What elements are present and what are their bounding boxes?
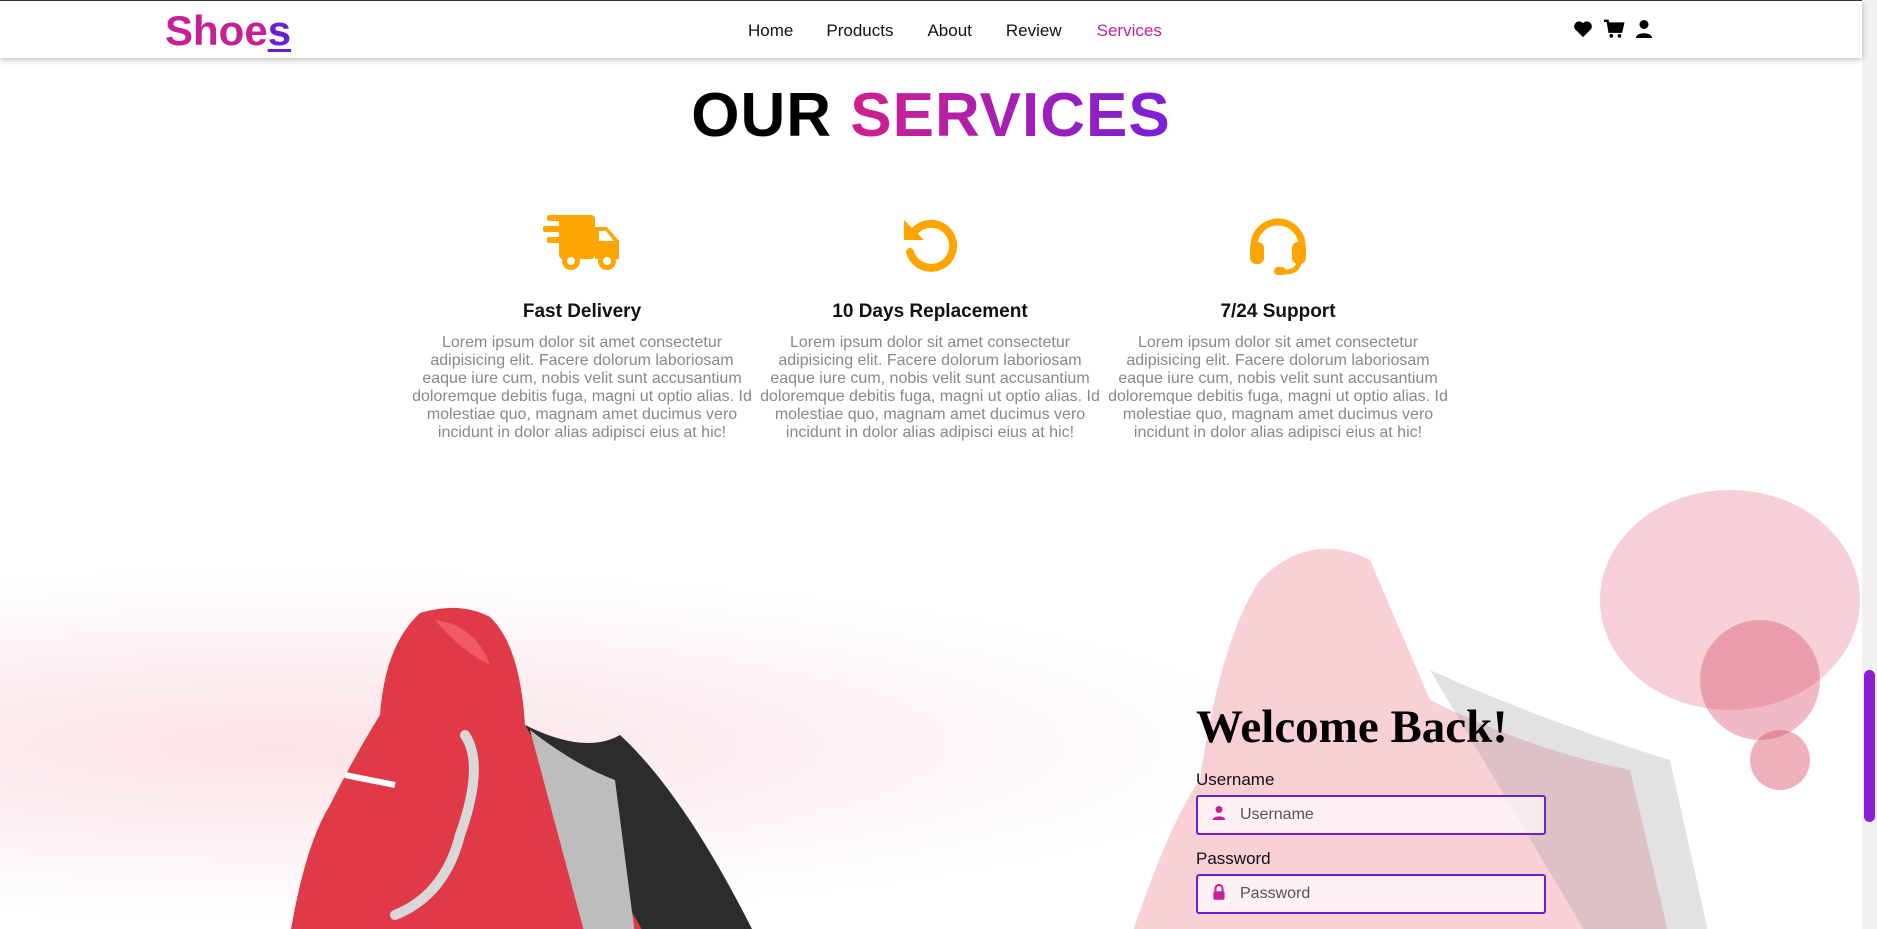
service-text: Lorem ipsum dolor sit amet consectetur a…	[412, 334, 752, 441]
service-heading: 7/24 Support	[1220, 301, 1336, 322]
password-input[interactable]	[1240, 885, 1520, 903]
nav-links: Home Products About Review Services	[748, 21, 1162, 41]
navbar: Shoes Home Products About Review Service…	[0, 0, 1862, 58]
logo[interactable]: Shoes	[165, 7, 291, 55]
password-label: Password	[1196, 849, 1271, 868]
nav-link-about[interactable]: About	[927, 21, 971, 41]
login-form: Welcome Back! Username Password	[1196, 700, 1546, 914]
user-icon[interactable]	[1635, 19, 1653, 39]
truck-icon	[543, 213, 621, 280]
heart-icon[interactable]	[1573, 20, 1593, 38]
username-field	[1196, 795, 1546, 835]
username-label: Username	[1196, 770, 1275, 789]
rotate-icon	[900, 214, 960, 279]
lock-icon	[1212, 883, 1226, 905]
username-input[interactable]	[1240, 806, 1520, 824]
nav-link-review[interactable]: Review	[1006, 21, 1062, 41]
nav-link-services[interactable]: Services	[1097, 21, 1162, 41]
nav-link-home[interactable]: Home	[748, 21, 793, 41]
hero-background	[0, 470, 1862, 929]
shoe-image	[285, 605, 765, 929]
headset-icon	[1246, 212, 1310, 281]
nav-icons	[1573, 19, 1653, 39]
service-text: Lorem ipsum dolor sit amet consectetur a…	[760, 334, 1100, 441]
scrollbar-thumb[interactable]	[1864, 670, 1875, 822]
service-card: Fast Delivery Lorem ipsum dolor sit amet…	[407, 210, 757, 442]
cart-icon[interactable]	[1603, 19, 1625, 39]
service-heading: Fast Delivery	[522, 301, 642, 322]
service-card: 10 Days Replacement Lorem ipsum dolor si…	[755, 210, 1105, 442]
nav-link-products[interactable]: Products	[826, 21, 893, 41]
services-title: OUR SERVICES	[691, 81, 1171, 150]
service-heading: 10 Days Replacement	[832, 301, 1028, 322]
user-icon	[1212, 805, 1226, 826]
service-card: 7/24 Support Lorem ipsum dolor sit amet …	[1103, 210, 1453, 442]
password-field	[1196, 874, 1546, 914]
login-heading: Welcome Back!	[1196, 701, 1508, 753]
service-text: Lorem ipsum dolor sit amet consectetur a…	[1108, 334, 1448, 441]
